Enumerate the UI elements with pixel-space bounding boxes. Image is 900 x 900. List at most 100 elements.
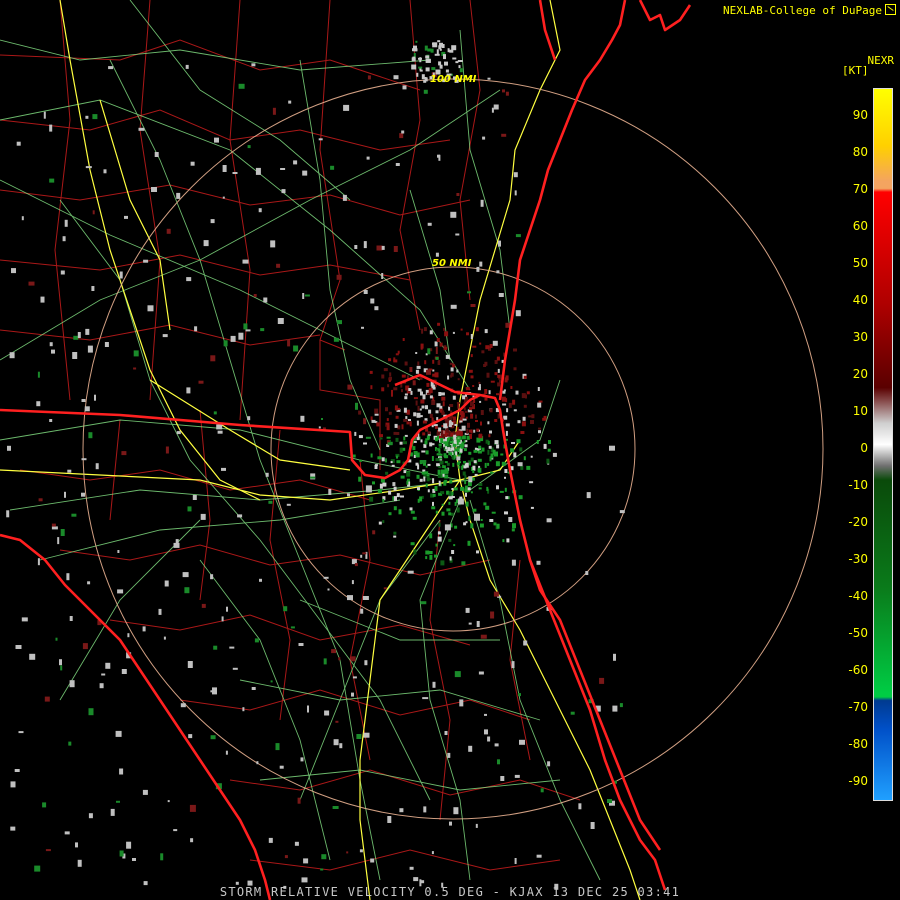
echo-pixel	[438, 392, 442, 396]
echo-pixel	[81, 399, 86, 402]
echo-pixel	[75, 842, 78, 848]
echo-pixel	[538, 427, 542, 430]
legend-tick: -10	[848, 478, 868, 492]
echo-pixel	[377, 456, 382, 460]
echo-pixel	[426, 392, 431, 395]
echo-pixel	[229, 646, 235, 649]
echo-pixel	[413, 877, 419, 882]
echo-pixel	[275, 743, 280, 751]
echo-pixel	[442, 473, 445, 477]
echo-pixel	[483, 502, 487, 506]
echo-pixel	[488, 434, 491, 438]
echo-pixel	[82, 643, 88, 650]
echo-pixel	[468, 476, 473, 483]
echo-pixel	[428, 388, 433, 394]
echo-pixel	[451, 550, 455, 554]
echo-pixel	[421, 74, 425, 80]
echo-pixel	[401, 130, 405, 134]
echo-pixel	[435, 543, 438, 547]
echo-pixel	[232, 667, 238, 670]
echo-pixel	[110, 808, 115, 816]
echo-pixel	[472, 508, 477, 512]
echo-pixel	[415, 40, 418, 43]
echo-pixel	[517, 420, 521, 424]
echo-pixel	[185, 64, 189, 69]
echo-pixel	[439, 342, 443, 347]
echo-pixel	[452, 57, 457, 60]
echo-pixel	[294, 841, 299, 846]
echo-pixel	[385, 458, 387, 463]
echo-pixel	[395, 415, 399, 419]
echo-pixel	[238, 83, 245, 89]
echo-pixel	[440, 392, 445, 396]
echo-pixel	[460, 328, 463, 331]
echo-pixel	[442, 410, 445, 415]
echo-pixel	[484, 329, 488, 334]
echo-pixel	[494, 372, 498, 376]
echo-pixel	[435, 510, 438, 514]
echo-pixel	[447, 447, 451, 452]
echo-pixel	[485, 505, 490, 510]
echo-pixel	[438, 427, 442, 432]
echo-pixel	[132, 858, 136, 861]
echo-pixel	[399, 133, 404, 139]
echo-pixel	[459, 420, 463, 423]
echo-pixel	[121, 451, 127, 456]
echo-pixel	[441, 396, 446, 401]
echo-pixel	[464, 474, 467, 480]
echo-pixel	[427, 348, 431, 355]
echo-pixel	[525, 394, 527, 399]
echo-pixel	[49, 124, 53, 132]
echo-pixel	[382, 520, 385, 524]
echo-pixel	[440, 453, 443, 456]
echo-pixel	[427, 489, 430, 493]
echo-pixel	[489, 344, 493, 348]
echo-pixel	[427, 222, 432, 226]
echo-pixel	[510, 448, 515, 453]
echo-pixel	[186, 387, 191, 394]
echo-pixel	[452, 462, 455, 467]
echo-pixel	[371, 419, 376, 423]
echo-pixel	[438, 443, 442, 446]
echo-pixel	[18, 731, 24, 734]
legend-tick: -30	[848, 552, 868, 566]
echo-pixel	[165, 446, 169, 454]
echo-pixel	[374, 306, 379, 311]
echo-pixel	[416, 437, 420, 441]
echo-pixel	[226, 606, 228, 612]
echo-pixel	[426, 369, 431, 375]
echo-pixel	[383, 587, 387, 590]
echo-pixel	[415, 369, 419, 374]
echo-pixel	[425, 465, 428, 468]
echo-pixel	[350, 656, 356, 662]
echo-pixel	[448, 406, 451, 411]
echo-pixel	[284, 855, 288, 859]
echo-pixel	[318, 426, 321, 429]
echo-pixel	[480, 199, 484, 207]
echo-pixel	[505, 91, 509, 96]
echo-pixel	[447, 375, 450, 380]
echo-pixel	[446, 508, 451, 512]
echo-pixel	[386, 436, 391, 439]
echo-pixel	[430, 48, 434, 53]
echo-pixel	[369, 496, 374, 502]
echo-pixel	[465, 492, 467, 497]
echo-pixel	[474, 513, 480, 521]
echo-pixel	[512, 523, 516, 529]
echo-pixel	[355, 402, 358, 410]
echo-pixel	[85, 115, 89, 119]
echo-pixel	[433, 424, 438, 427]
echo-pixel	[519, 739, 525, 745]
echo-pixel	[456, 193, 460, 196]
echo-pixel	[388, 490, 392, 495]
echo-pixel	[395, 353, 399, 356]
echo-pixel	[491, 511, 496, 514]
echo-pixel	[467, 291, 471, 294]
echo-pixel	[363, 418, 367, 425]
echo-pixel	[337, 320, 342, 325]
echo-pixel	[423, 79, 427, 83]
echo-pixel	[406, 409, 410, 415]
echo-pixel	[251, 687, 256, 690]
echo-pixel	[510, 386, 513, 389]
echo-pixel	[404, 396, 408, 400]
